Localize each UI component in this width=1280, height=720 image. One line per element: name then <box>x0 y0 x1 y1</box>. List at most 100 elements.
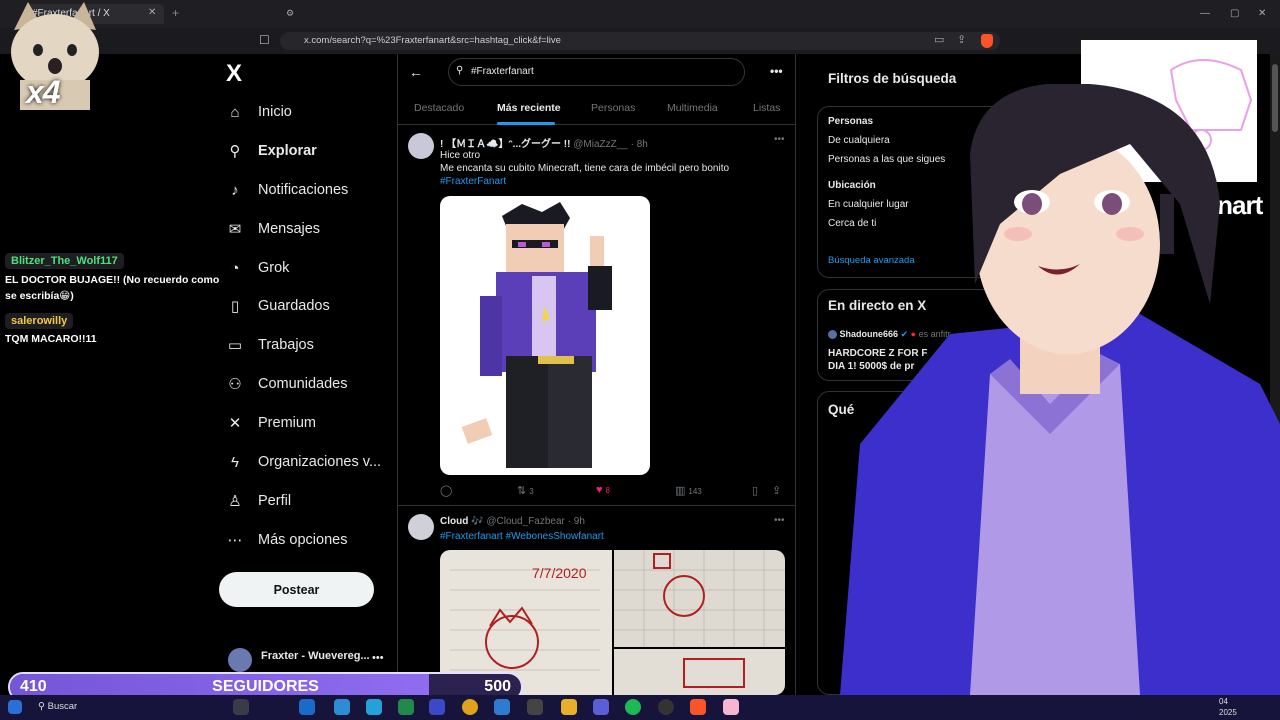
nav-item-guardados[interactable]: ▯ Guardados <box>226 292 330 320</box>
brave-icon[interactable] <box>690 699 706 715</box>
search-icon: ⚲ <box>229 143 241 160</box>
tweet-time[interactable]: 8h <box>637 139 648 150</box>
app-icon[interactable] <box>723 699 739 715</box>
close-window-icon[interactable]: ✕ <box>1258 8 1266 19</box>
follower-count: 410 <box>20 678 47 695</box>
reply-icon: ◯ <box>440 485 453 497</box>
more-icon[interactable]: ••• <box>372 652 384 664</box>
paper-date: 7/7/2020 <box>532 565 587 581</box>
nav-item-label: Premium <box>258 415 317 431</box>
fanart-image[interactable] <box>440 196 650 475</box>
app-icon[interactable] <box>429 699 445 715</box>
account-name: Fraxter - Wuevereg... <box>261 650 370 662</box>
nav-item-label: Notificaciones <box>258 182 349 198</box>
bookmark-page-icon[interactable]: ☐ <box>259 33 270 47</box>
app-icon[interactable] <box>527 699 543 715</box>
nav-item-premium[interactable]: ✕ Premium <box>226 409 316 437</box>
cast-icon[interactable]: ▭ <box>934 33 944 46</box>
nav-item-notificaciones[interactable]: ♪ Notificaciones <box>226 176 348 204</box>
bell-icon: ♪ <box>231 181 239 199</box>
follower-goal-label: SEGUIDORES <box>212 678 319 695</box>
tweet-time[interactable]: 9h <box>574 516 585 527</box>
avatar <box>228 648 252 672</box>
tweet-more-icon[interactable]: ••• <box>774 134 785 145</box>
tab-mas-reciente[interactable]: Más reciente <box>497 102 561 114</box>
tab-personas[interactable]: Personas <box>591 102 635 114</box>
nav-item-comunidades[interactable]: ⚇ Comunidades <box>226 370 347 398</box>
steam-icon[interactable] <box>299 699 315 715</box>
person-icon: ♙ <box>228 493 242 510</box>
nav-item-mas-opciones[interactable]: ⋯ Más opciones <box>226 526 348 554</box>
tweet-hashtag[interactable]: #Fraxterfanart <box>440 531 503 542</box>
people-icon: ⚇ <box>228 376 242 393</box>
tweet-author[interactable]: Cloud 🎶 <box>440 516 484 527</box>
nav-item-label: Explorar <box>258 143 317 159</box>
url-field[interactable]: x.com/search?q=%23Fraxterfanart&src=hash… <box>280 32 1000 50</box>
more-icon[interactable]: ••• <box>770 64 783 78</box>
view-count: 143 <box>688 487 702 496</box>
sketch-photo[interactable] <box>614 550 785 647</box>
tweet-handle[interactable]: @Cloud_Fazbear <box>486 516 565 527</box>
briefcase-icon: ▭ <box>227 337 243 354</box>
new-tab-icon[interactable]: + <box>172 6 179 20</box>
tweet-hashtag[interactable]: #FraxterFanart <box>440 176 506 187</box>
reply-button[interactable]: ◯ <box>440 484 455 497</box>
more-circle-icon: ⋯ <box>227 532 243 549</box>
nav-item-explorar[interactable]: ⚲ Explorar <box>226 137 317 165</box>
folder-icon[interactable] <box>561 699 577 715</box>
avatar[interactable] <box>408 514 434 540</box>
sketch-photo[interactable] <box>614 649 785 695</box>
tab-multimedia[interactable]: Multimedia <box>667 102 718 114</box>
nav-item-label: Más opciones <box>258 532 348 548</box>
account-switcher[interactable]: Fraxter - Wuevereg... ••• <box>228 648 388 672</box>
nav-item-inicio[interactable]: ⌂ Inicio <box>226 98 291 126</box>
taskbar-search[interactable]: ⚲ Buscar <box>38 701 77 712</box>
tweet-author[interactable]: ! 【ＭＩＡ☁️】ᵔ...グーグー !! <box>440 139 570 150</box>
x-logo-icon[interactable]: X <box>226 60 242 88</box>
grok-icon: ◔ <box>230 259 240 277</box>
views-button[interactable]: ▥ 143 <box>675 484 702 497</box>
share-button[interactable]: ⇪ <box>772 484 784 497</box>
like-button[interactable]: ♥ 8 <box>596 484 610 496</box>
spotify-icon[interactable] <box>625 699 641 715</box>
chat-username: salerowilly <box>5 313 74 329</box>
nav-item-mensajes[interactable]: ✉ Mensajes <box>226 215 320 243</box>
retweet-button[interactable]: ⇅ 3 <box>517 484 534 497</box>
nav-item-trabajos[interactable]: ▭ Trabajos <box>226 331 314 359</box>
maximize-icon[interactable]: ▢ <box>1230 8 1239 19</box>
post-button[interactable]: Postear <box>219 572 374 607</box>
app-icon[interactable] <box>334 699 350 715</box>
app-icon[interactable] <box>494 699 510 715</box>
bookmark-icon: ▯ <box>752 485 759 497</box>
nav-item-grok[interactable]: ◔ Grok <box>226 254 289 282</box>
chat-message: salerowilly <box>5 313 74 329</box>
tweet-actions: ◯ ⇅ 3 ♥ 8 ▥ 143 ▯ ⇪ <box>440 484 785 498</box>
back-arrow-icon[interactable]: ← <box>409 64 423 80</box>
tab-destacado[interactable]: Destacado <box>414 102 464 114</box>
chrome-icon[interactable] <box>462 699 478 715</box>
discord-icon[interactable] <box>593 699 609 715</box>
tab-close-icon[interactable]: ✕ <box>148 7 156 18</box>
bookmark-button[interactable]: ▯ <box>752 484 761 497</box>
nav-item-organizaciones[interactable]: ϟ Organizaciones v... <box>226 448 381 476</box>
search-input[interactable]: #Fraxterfanart <box>448 58 745 86</box>
windows-start-icon[interactable] <box>8 700 22 714</box>
taskbar-clock[interactable]: 04 2025 <box>1219 696 1237 718</box>
app-icon[interactable] <box>366 699 382 715</box>
tweet-more-icon[interactable]: ••• <box>774 515 785 526</box>
tweet-hashtag[interactable]: #WebonesShowfanart <box>506 531 604 542</box>
tweet-hashtags: #Fraxterfanart #WebonesShowfanart <box>440 531 604 542</box>
tweet-handle[interactable]: @MiaZzZ__ <box>573 139 628 150</box>
brave-shield-icon[interactable] <box>981 34 993 48</box>
minimize-icon[interactable]: — <box>1200 8 1210 19</box>
tab-listas[interactable]: Listas <box>753 102 780 114</box>
obs-icon[interactable] <box>658 699 674 715</box>
avatar[interactable] <box>408 133 434 159</box>
app-icon[interactable] <box>398 699 414 715</box>
tweet-header: ! 【ＭＩＡ☁️】ᵔ...グーグー !! @MiaZzZ__ · 8h <box>440 139 648 150</box>
task-view-icon[interactable] <box>233 699 249 715</box>
nav-item-perfil[interactable]: ♙ Perfil <box>226 487 291 515</box>
lightning-icon: ϟ <box>231 453 239 471</box>
site-settings-icon[interactable]: ⚙ <box>286 8 294 19</box>
share-icon[interactable]: ⇪ <box>957 33 966 46</box>
